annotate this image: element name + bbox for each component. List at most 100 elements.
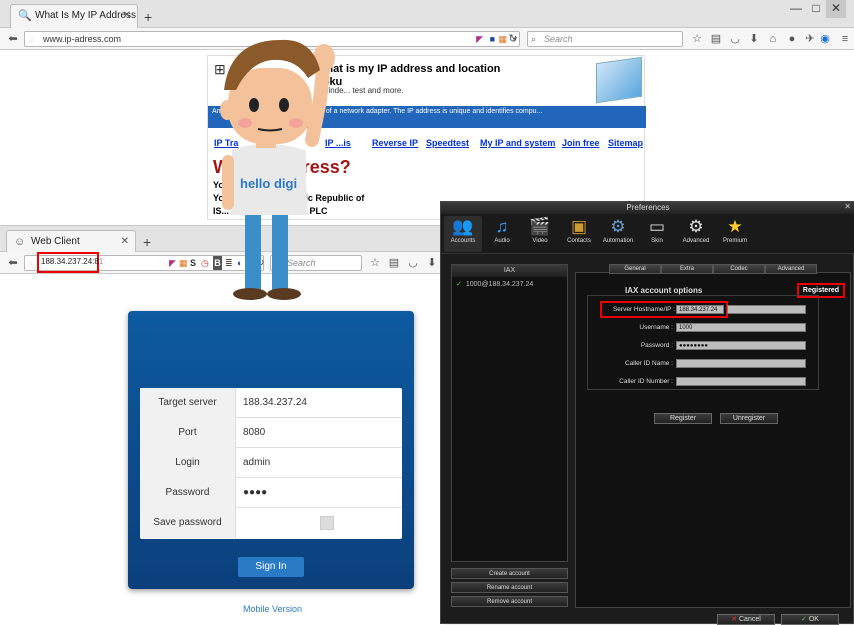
field-row-target-server: Target server 188.34.237.24: [140, 388, 402, 418]
pocket-icon[interactable]: ◡: [728, 32, 742, 46]
search-box[interactable]: ⌕ Search: [527, 31, 683, 47]
automation-label: Automation: [602, 238, 634, 244]
premium-label: Premium: [722, 238, 747, 244]
back-icon[interactable]: ⬅: [6, 32, 20, 46]
home-icon[interactable]: ⌂: [766, 32, 780, 46]
username-label: Username :: [639, 324, 673, 331]
tab-audio[interactable]: ♫ Audio: [483, 216, 521, 252]
field-row-password: Password ●●●●: [140, 478, 402, 508]
save-password-checkbox[interactable]: [320, 516, 334, 530]
gear-icon: ⚙: [688, 217, 704, 236]
sign-in-button[interactable]: Sign In: [238, 557, 304, 577]
cancel-button[interactable]: ✕ Cancel: [717, 614, 775, 625]
preferences-toolbar: 👥 Accounts ♫ Audio 🎬 Video ▣ Contacts ⚙ Autom…: [441, 214, 854, 254]
url-suffix: 1: [98, 257, 104, 266]
preferences-window: Preferences ✕ 👥 Accounts ♫ Audio 🎬 Video ▣ C…: [440, 201, 854, 625]
addon-icon[interactable]: ◉: [818, 32, 832, 46]
caller-id-number-input[interactable]: [676, 377, 806, 386]
nav-link-sitemap[interactable]: Sitemap: [608, 138, 643, 148]
hostname-label: Server Hostname/IP :: [612, 306, 675, 313]
audio-note-icon: ♫: [495, 217, 509, 236]
tab-video[interactable]: 🎬 Video: [521, 216, 559, 252]
hostname-input-extension[interactable]: [727, 305, 806, 314]
maximize-button[interactable]: □: [806, 0, 826, 18]
chat-icon[interactable]: ●: [785, 32, 799, 46]
cancel-label: Cancel: [739, 616, 761, 623]
monitor-icon: ▭: [648, 217, 666, 236]
port-input[interactable]: 8080: [243, 418, 265, 448]
mobile-version-link[interactable]: Mobile Version: [243, 604, 302, 614]
search-placeholder: Search: [544, 34, 573, 44]
tab-accounts[interactable]: 👥 Accounts: [444, 216, 482, 252]
downloads-icon[interactable]: ⬇: [747, 32, 761, 46]
tab-bar: 🔍 What Is My IP Address At I... ✕ + — □ …: [0, 0, 854, 28]
remove-account-button[interactable]: Remove account: [451, 596, 568, 607]
caller-id-number-label: Caller ID Number :: [619, 378, 673, 385]
shirt-text: hello digi: [240, 176, 297, 191]
tab-ip-address[interactable]: 🔍 What Is My IP Address At I... ✕: [10, 4, 138, 28]
url-text: www.ip-adress.com: [43, 34, 122, 44]
url-text: 188.34.237.24:81: [41, 257, 103, 266]
tab-web-client[interactable]: ☺ Web Client ✕: [6, 230, 136, 254]
close-tab-icon[interactable]: ✕: [123, 5, 131, 27]
caller-id-name-label: Caller ID Name :: [624, 360, 673, 367]
target-server-input[interactable]: 188.34.237.24: [243, 388, 307, 418]
login-input[interactable]: admin: [243, 448, 270, 478]
hostname-input[interactable]: 188.34.237.24: [676, 305, 724, 314]
account-list-item[interactable]: ✓ 1000@188.34.237.24: [456, 280, 533, 288]
create-account-button[interactable]: Create account: [451, 568, 568, 579]
unregister-button[interactable]: Unregister: [720, 413, 778, 424]
login-form: Target server 188.34.237.24 Port 8080 Lo…: [140, 388, 402, 539]
downloads-icon[interactable]: ⬇: [425, 256, 439, 270]
minimize-button[interactable]: —: [786, 0, 806, 18]
tab-premium[interactable]: ★ Premium: [716, 216, 754, 252]
nav-link-reverse-ip[interactable]: Reverse IP: [372, 138, 418, 148]
bookmark-star-icon[interactable]: ☆: [690, 32, 704, 46]
reading-list-icon[interactable]: ▤: [709, 32, 723, 46]
s-extension-icon[interactable]: S: [190, 256, 196, 270]
close-window-icon[interactable]: ✕: [844, 202, 851, 211]
nav-link-join[interactable]: Join free: [562, 138, 600, 148]
new-tab-button[interactable]: +: [144, 10, 152, 24]
extension-icon[interactable]: ◤: [169, 256, 176, 270]
port-label: Port: [140, 418, 236, 448]
extension-icon[interactable]: ◤: [476, 32, 483, 46]
nav-toolbar: ⬅ ◌ www.ip-adress.com ◤ ■ ▦ ▾ ↻ ⌕ Search…: [0, 28, 854, 50]
pocket-icon[interactable]: ◡: [406, 256, 420, 270]
tab-advanced[interactable]: ⚙ Advanced: [677, 216, 715, 252]
tab-advanced-settings[interactable]: Advanced: [765, 264, 817, 274]
password-input[interactable]: ●●●●●●●●: [676, 341, 806, 350]
reading-list-icon[interactable]: ▤: [387, 256, 401, 270]
tab-title: Web Client: [31, 236, 80, 247]
ok-button[interactable]: ✓ OK: [781, 614, 839, 625]
globe-icon: ◌: [27, 258, 33, 268]
tab-extra[interactable]: Extra: [661, 264, 713, 274]
tab-skin[interactable]: ▭ Skin: [638, 216, 676, 252]
rename-account-button[interactable]: Rename account: [451, 582, 568, 593]
tab-codec[interactable]: Codec: [713, 264, 765, 274]
checkmark-icon: ✓: [456, 281, 462, 288]
tab-automation[interactable]: ⚙ Automation: [599, 216, 637, 252]
new-tab-button[interactable]: +: [143, 235, 151, 249]
nav-link-speedtest[interactable]: Speedtest: [426, 138, 469, 148]
caller-id-name-input[interactable]: [676, 359, 806, 368]
back-icon[interactable]: ⬅: [6, 256, 20, 270]
web-client-favicon-icon: ☺: [14, 236, 26, 248]
close-window-button[interactable]: ✕: [826, 0, 846, 18]
field-row-save-password: Save password: [140, 508, 402, 538]
extension-icon-2[interactable]: ■: [490, 32, 495, 46]
register-button[interactable]: Register: [654, 413, 712, 424]
close-tab-icon[interactable]: ✕: [121, 231, 129, 253]
reload-icon[interactable]: ↻: [506, 32, 520, 46]
magnifier-favicon-icon: 🔍: [18, 10, 32, 22]
menu-icon[interactable]: ≡: [838, 32, 852, 46]
tab-general[interactable]: General: [609, 264, 661, 274]
tab-contacts[interactable]: ▣ Contacts: [560, 216, 598, 252]
username-input[interactable]: 1000: [676, 323, 806, 332]
nav-link-my-ip[interactable]: My IP and system: [480, 138, 555, 148]
ok-label: OK: [808, 616, 819, 623]
rss-icon[interactable]: ▦: [179, 256, 188, 270]
share-icon[interactable]: ✈: [803, 32, 817, 46]
bookmark-star-icon[interactable]: ☆: [368, 256, 382, 270]
password-input[interactable]: ●●●●: [243, 478, 267, 508]
